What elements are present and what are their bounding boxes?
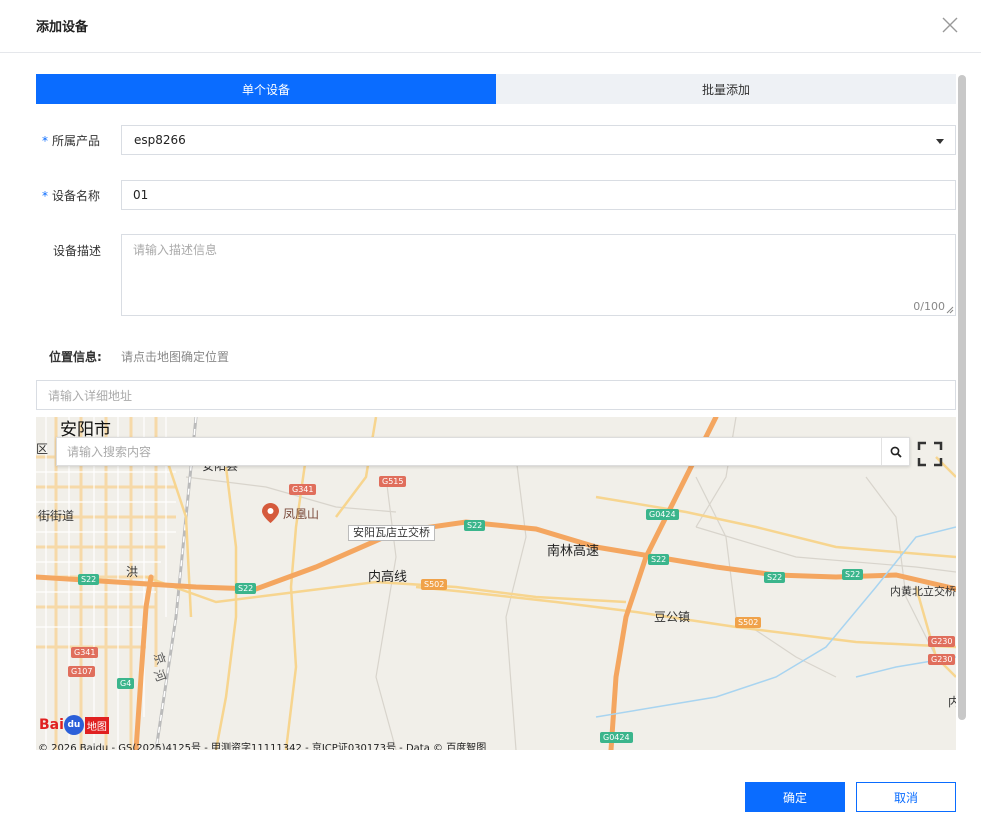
road-shield: S22 xyxy=(464,520,486,531)
road-shield: G230 xyxy=(928,654,956,665)
device-name-value: 01 xyxy=(133,188,149,202)
description-textarea[interactable]: 请输入描述信息 0/100 xyxy=(121,234,956,316)
tab-single-device[interactable]: 单个设备 xyxy=(36,74,496,104)
device-name-label: * 设备名称 xyxy=(42,187,100,204)
char-counter: 0/100 xyxy=(913,300,945,313)
road-shield: S22 xyxy=(235,583,257,594)
road-shield: G341 xyxy=(71,647,99,658)
product-label-text: 所属产品 xyxy=(52,134,101,148)
map-base xyxy=(36,417,956,750)
poi-pin-icon xyxy=(262,503,279,523)
map-label-neihuang: 内黄北立交桥 xyxy=(890,585,956,598)
scrollbar[interactable] xyxy=(958,75,966,720)
caret-down-icon xyxy=(936,139,944,144)
map-search-box: 请输入搜索内容 xyxy=(56,437,910,466)
road-shield: S22 xyxy=(78,574,100,585)
map-label-nanlin: 南林高速 xyxy=(547,544,600,559)
paw-icon: du xyxy=(63,715,84,735)
baidu-map-logo: Bai du 地图 xyxy=(39,715,109,735)
device-name-input[interactable]: 01 xyxy=(121,180,956,210)
cancel-button[interactable]: 取消 xyxy=(856,782,956,812)
road-shield: G0424 xyxy=(600,732,633,743)
product-label: * 所属产品 xyxy=(42,132,100,149)
search-icon xyxy=(890,446,902,458)
map-canvas[interactable]: 安阳市 区 安阳县 凤凰山 街街道 洪 安阳瓦店立交桥 南林高速 内高线 豆公镇… xyxy=(36,417,956,750)
road-shield: G0424 xyxy=(646,509,679,520)
location-label: 位置信息: xyxy=(49,350,102,364)
product-select[interactable]: esp8266 xyxy=(121,125,956,155)
road-shield: S502 xyxy=(735,617,762,628)
road-shield: S22 xyxy=(842,569,864,580)
dialog-title: 添加设备 xyxy=(36,20,89,35)
location-hint: 请点击地图确定位置 xyxy=(121,350,230,364)
map-label-dougong: 豆公镇 xyxy=(654,610,691,624)
dialog-header: 添加设备 xyxy=(0,0,981,53)
map-label-neigaoxian: 内高线 xyxy=(368,570,408,585)
required-mark: * xyxy=(42,189,48,203)
resize-handle-icon[interactable] xyxy=(946,306,954,314)
road-shield: S22 xyxy=(648,554,670,565)
product-select-value: esp8266 xyxy=(134,133,186,147)
map-label-jiedao: 街街道 xyxy=(38,509,75,523)
confirm-button[interactable]: 确定 xyxy=(745,782,845,812)
add-device-dialog: 添加设备 单个设备 批量添加 * 所属产品 esp8266 * 设备名称 01 设备… xyxy=(0,0,981,822)
tab-bar: 单个设备 批量添加 xyxy=(36,74,956,104)
map-search-input[interactable]: 请输入搜索内容 xyxy=(57,443,881,460)
address-placeholder: 请输入详细地址 xyxy=(48,388,133,403)
address-input[interactable]: 请输入详细地址 xyxy=(36,380,956,410)
map-copyright: © 2026 Baidu - GS(2025)4125号 - 甲测资字11111… xyxy=(38,743,487,750)
road-shield: G4 xyxy=(117,678,135,689)
map-label-nei: 内 xyxy=(948,695,956,709)
map-label-waqu: 安阳瓦店立交桥 xyxy=(348,525,435,541)
logo-ditu: 地图 xyxy=(84,716,109,734)
road-shield: G341 xyxy=(289,484,317,495)
logo-bai: Bai xyxy=(39,717,64,733)
map-search-button[interactable] xyxy=(881,438,909,465)
tab-batch-add[interactable]: 批量添加 xyxy=(496,74,956,104)
map-label-fenghuangshan: 凤凰山 xyxy=(283,507,320,521)
map-label-qu: 区 xyxy=(36,442,49,456)
required-mark: * xyxy=(42,134,48,148)
fullscreen-icon[interactable] xyxy=(917,441,943,467)
road-shield: S502 xyxy=(421,579,448,590)
road-shield: G230 xyxy=(928,636,956,647)
description-label: 设备描述 xyxy=(53,244,102,258)
road-shield: S22 xyxy=(764,572,786,583)
road-shield: G515 xyxy=(379,476,407,487)
device-name-label-text: 设备名称 xyxy=(52,189,101,203)
map-label-hong: 洪 xyxy=(126,565,139,579)
close-icon[interactable] xyxy=(940,15,960,35)
description-placeholder: 请输入描述信息 xyxy=(133,243,218,257)
road-shield: G107 xyxy=(68,666,96,677)
